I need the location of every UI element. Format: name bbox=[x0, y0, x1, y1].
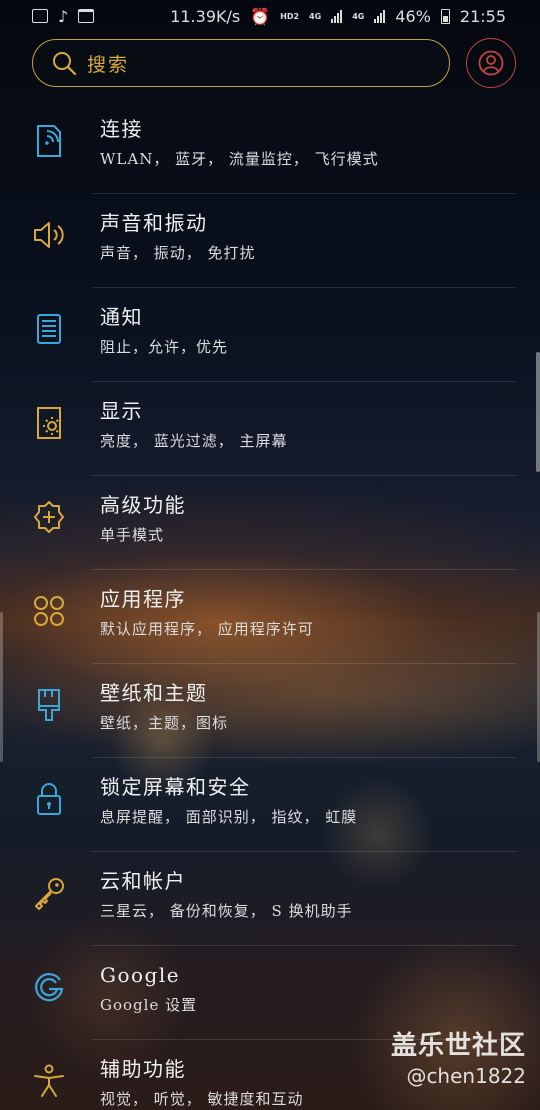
sound-icon bbox=[34, 222, 64, 248]
user-icon bbox=[478, 50, 504, 76]
watermark-brand: 盖乐世社区 bbox=[390, 1031, 526, 1061]
settings-item-subtitle: 阻止，允许，优先 bbox=[100, 338, 229, 356]
watermark-user: @chen1822 bbox=[406, 1064, 526, 1088]
settings-item-lock-security[interactable]: 锁定屏幕和安全 息屏提醒， 面部识别， 指纹， 虹膜 bbox=[0, 758, 540, 852]
network-type-1: 4G bbox=[309, 11, 322, 21]
notification-icon bbox=[37, 314, 61, 344]
settings-item-subtitle: 声音， 振动， 免打扰 bbox=[100, 244, 256, 262]
accessibility-icon bbox=[34, 1064, 64, 1097]
settings-item-subtitle: 默认应用程序， 应用程序许可 bbox=[100, 620, 314, 638]
settings-item-title: 应用程序 bbox=[100, 587, 186, 611]
settings-item-notifications[interactable]: 通知 阻止，允许，优先 bbox=[0, 288, 540, 382]
display-icon bbox=[37, 407, 61, 439]
music-notification-icon: ♪ bbox=[58, 6, 69, 26]
settings-item-subtitle: 视觉， 听觉， 敏捷度和互动 bbox=[100, 1090, 304, 1108]
settings-item-advanced[interactable]: 高级功能 单手模式 bbox=[0, 476, 540, 570]
clock: 21:55 bbox=[459, 6, 506, 26]
network-type-2: 4G bbox=[352, 11, 365, 21]
watermark: 盖乐世社区 @chen1822 bbox=[391, 1025, 526, 1088]
settings-item-display[interactable]: 显示 亮度， 蓝光过滤， 主屏幕 bbox=[0, 382, 540, 476]
lock-icon bbox=[37, 783, 61, 815]
network-speed: 11.39K/s bbox=[170, 6, 241, 26]
settings-item-subtitle: Google 设置 bbox=[100, 996, 198, 1014]
settings-item-connections[interactable]: 连接 WLAN， 蓝牙， 流量监控， 飞行模式 bbox=[0, 100, 540, 194]
status-left: ♪ bbox=[32, 6, 95, 26]
settings-item-sound[interactable]: 声音和振动 声音， 振动， 免打扰 bbox=[0, 194, 540, 288]
gallery-notification-icon bbox=[32, 9, 48, 23]
battery-percent: 46% bbox=[395, 6, 431, 26]
settings-item-cloud-accounts[interactable]: 云和帐户 三星云， 备份和恢复， S 换机助手 bbox=[0, 852, 540, 946]
key-icon bbox=[35, 878, 64, 910]
status-right: 11.39K/s ⏰ HD2 4G 4G 46% 21:55 bbox=[170, 7, 506, 26]
settings-item-subtitle: 三星云， 备份和恢复， S 换机助手 bbox=[100, 902, 353, 920]
account-avatar-button[interactable] bbox=[466, 38, 516, 88]
connection-icon bbox=[37, 125, 61, 157]
settings-item-subtitle: 壁纸，主题，图标 bbox=[100, 714, 229, 732]
settings-item-title: 辅助功能 bbox=[100, 1057, 186, 1081]
settings-item-subtitle: 息屏提醒， 面部识别， 指纹， 虹膜 bbox=[100, 808, 358, 826]
settings-item-title: 连接 bbox=[100, 117, 143, 141]
settings-screen: ♪ 11.39K/s ⏰ HD2 4G 4G 46% 21:55 搜索 连接 W… bbox=[0, 0, 540, 1110]
settings-item-title: 显示 bbox=[100, 399, 143, 423]
google-icon bbox=[35, 973, 64, 1002]
settings-item-title: Google bbox=[100, 963, 181, 987]
settings-item-subtitle: WLAN， 蓝牙， 流量监控， 飞行模式 bbox=[100, 150, 379, 168]
settings-list: 连接 WLAN， 蓝牙， 流量监控， 飞行模式 声音和振动 声音， 振动， 免打… bbox=[0, 100, 540, 1110]
hd-voice-label: HD2 bbox=[280, 11, 300, 21]
settings-item-title: 云和帐户 bbox=[100, 869, 186, 893]
brush-icon bbox=[38, 689, 60, 721]
search-placeholder: 搜索 bbox=[87, 53, 130, 76]
search-bar[interactable]: 搜索 bbox=[32, 39, 450, 87]
settings-item-title: 声音和振动 bbox=[100, 211, 208, 235]
settings-item-subtitle: 单手模式 bbox=[100, 526, 165, 544]
status-bar: ♪ 11.39K/s ⏰ HD2 4G 4G 46% 21:55 bbox=[0, 0, 540, 32]
signal-icon-1 bbox=[331, 9, 343, 23]
settings-item-title: 高级功能 bbox=[100, 493, 186, 517]
advanced-features-icon bbox=[34, 501, 64, 533]
signal-icon-2 bbox=[374, 9, 386, 23]
settings-item-title: 壁纸和主题 bbox=[100, 681, 208, 705]
settings-item-apps[interactable]: 应用程序 默认应用程序， 应用程序许可 bbox=[0, 570, 540, 664]
alarm-icon: ⏰ bbox=[250, 6, 271, 26]
calendar-notification-icon bbox=[78, 9, 95, 23]
apps-icon bbox=[34, 596, 64, 626]
scrollbar[interactable] bbox=[536, 352, 540, 472]
settings-item-subtitle: 亮度， 蓝光过滤， 主屏幕 bbox=[100, 432, 288, 450]
edge-panel-handle-left[interactable] bbox=[0, 612, 3, 762]
settings-item-title: 通知 bbox=[100, 305, 143, 329]
settings-item-title: 锁定屏幕和安全 bbox=[100, 775, 251, 799]
search-row: 搜索 bbox=[0, 38, 540, 88]
search-icon bbox=[53, 52, 77, 76]
settings-item-wallpaper-themes[interactable]: 壁纸和主题 壁纸，主题，图标 bbox=[0, 664, 540, 758]
battery-icon bbox=[440, 8, 450, 24]
